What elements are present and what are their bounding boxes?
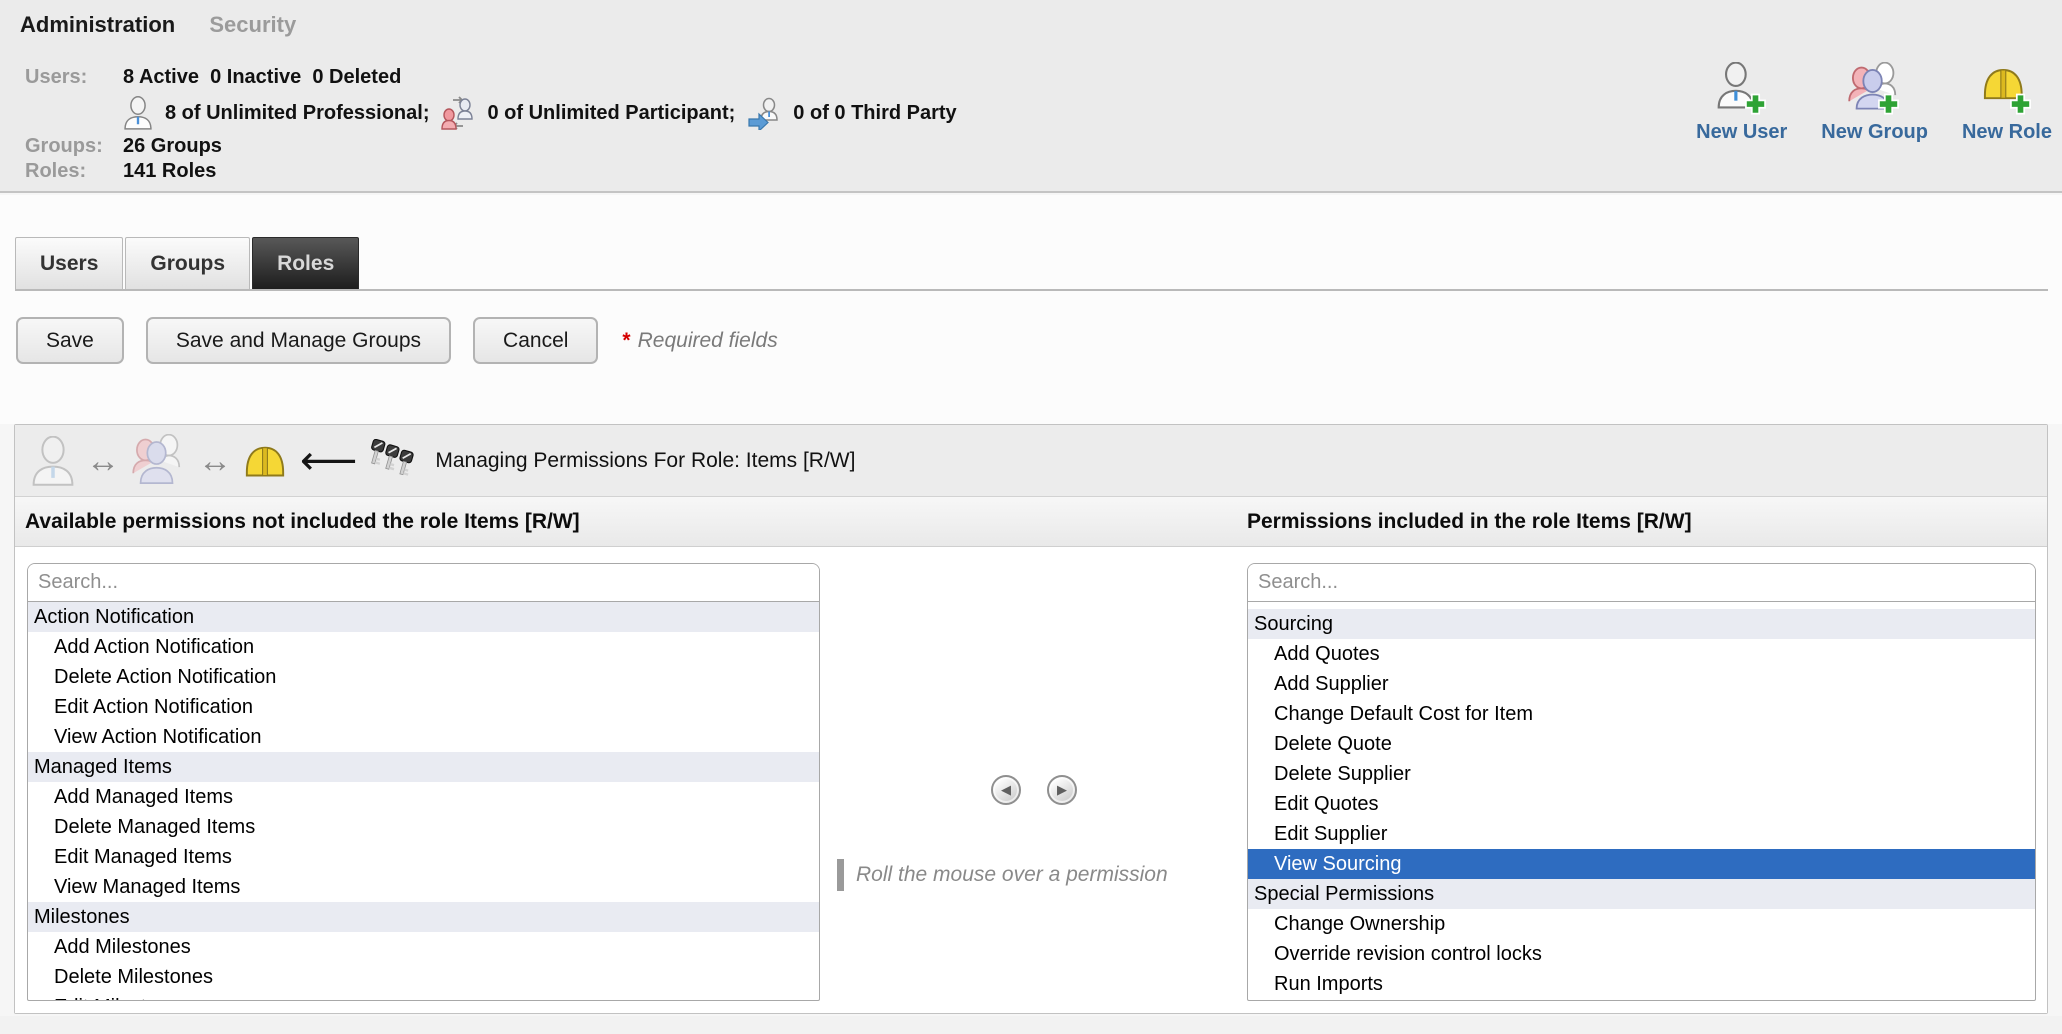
content-background [0,195,2062,424]
license-spacer [25,92,123,134]
permission-row[interactable]: Delete Action Notification [28,662,819,692]
panel-content: Action NotificationAdd Action Notificati… [15,547,2047,1013]
new-group-button[interactable]: New Group [1821,62,1928,144]
move-right-button[interactable]: ▶ [1047,775,1077,805]
user-add-icon [1715,62,1769,116]
right-triangle-icon: ▶ [1057,782,1067,798]
required-fields-note: * Required fields [622,329,777,353]
hardhat-add-icon [1980,62,2034,116]
permission-row[interactable]: Edit Supplier [1248,819,2035,849]
permission-row[interactable]: Delete Quote [1248,729,2035,759]
keys-icon [369,439,419,483]
participant-count: 0 of Unlimited Participant; [487,102,735,125]
hint-text: Roll the mouse over a permission [856,863,1168,887]
swap-arrow-icon: ↔ [198,444,232,478]
list-spacer [1248,602,2035,609]
permission-row[interactable]: Edit Milestones [28,992,819,1000]
permission-row[interactable]: Delete Supplier [1248,759,2035,789]
permission-row[interactable]: Add Supplier [1248,669,2035,699]
permission-row[interactable]: Change Default Cost for Item [1248,699,2035,729]
permissions-panel: ↔ ↔ ⟵ [14,424,2048,1014]
breadcrumb: Administration Security [20,12,296,38]
permission-row[interactable]: Edit Action Notification [28,692,819,722]
hardhat-icon [242,439,288,483]
tab-bar: UsersGroupsRoles [15,237,2048,291]
swap-arrow-icon: ↔ [86,444,120,478]
panel-title: Managing Permissions For Role: Items [R/… [435,449,855,473]
permission-group-row[interactable]: Special Permissions [1248,879,2035,909]
new-role-button[interactable]: New Role [1962,62,2052,144]
groups-count: 26 Groups [123,134,957,159]
new-user-label: New User [1696,121,1787,144]
permission-row[interactable]: Run Imports [1248,969,2035,999]
included-permissions-listbox: SourcingAdd QuotesAdd SupplierChange Def… [1247,563,2036,1001]
permission-row[interactable]: Delete Milestones [28,962,819,992]
new-group-label: New Group [1821,121,1928,144]
permission-row[interactable]: View Sourcing [1248,849,2035,879]
groups-label: Groups: [25,134,123,159]
permission-group-row[interactable]: Milestones [28,902,819,932]
roles-count: 141 Roles [123,159,957,184]
required-asterisk: * [622,329,630,352]
hint-bar-icon [837,859,844,891]
user-icon [30,436,76,486]
save-button[interactable]: Save [16,317,124,364]
tab-groups[interactable]: Groups [125,237,250,289]
third-party-user-icon [747,96,781,130]
included-search-input[interactable] [1248,564,2035,602]
required-text: Required fields [638,329,778,352]
users-counts: 8 Active 0 Inactive 0 Deleted [123,62,957,92]
included-permissions-header: Permissions included in the role Items [… [1247,510,2047,534]
footer-background [0,1016,2062,1034]
permission-row[interactable]: Add Quotes [1248,639,2035,669]
save-and-manage-groups-button[interactable]: Save and Manage Groups [146,317,451,364]
available-permissions-list: Action NotificationAdd Action Notificati… [28,602,819,1000]
included-permissions-list: SourcingAdd QuotesAdd SupplierChange Def… [1248,602,2035,1000]
professional-count: 8 of Unlimited Professional; [165,102,429,125]
permission-group-row[interactable]: Managed Items [28,752,819,782]
license-line: 8 of Unlimited Professional; 0 of Unlimi… [123,92,957,134]
participant-users-icon [441,96,475,130]
permission-row[interactable]: View Action Notification [28,722,819,752]
new-user-button[interactable]: New User [1696,62,1787,144]
cancel-button[interactable]: Cancel [473,317,598,364]
form-toolbar: Save Save and Manage Groups Cancel * Requ… [16,317,778,364]
transfer-controls: ◀ ▶ Roll the mouse over a permission [821,547,1247,1013]
permission-row[interactable]: View Managed Items [28,872,819,902]
new-role-label: New Role [1962,121,2052,144]
group-add-icon [1848,62,1902,116]
permission-row[interactable]: Delete Managed Items [28,812,819,842]
permission-row[interactable]: Add Milestones [28,932,819,962]
roles-label: Roles: [25,159,123,184]
assign-left-arrow-icon: ⟵ [300,441,357,481]
left-triangle-icon: ◀ [1001,782,1011,798]
header-band: Administration Security Users: 8 Active … [0,0,2062,193]
header-actions: New User New Group New Role [1696,62,2052,144]
hover-hint: Roll the mouse over a permission [837,859,1168,891]
permission-group-row[interactable]: Sourcing [1248,609,2035,639]
group-icon [130,434,188,488]
user-icon [123,96,153,130]
tab-roles[interactable]: Roles [252,237,359,289]
permission-group-row[interactable]: Action Notification [28,602,819,632]
move-left-button[interactable]: ◀ [991,775,1021,805]
available-permissions-listbox: Action NotificationAdd Action Notificati… [27,563,820,1001]
permission-row[interactable]: Add Managed Items [28,782,819,812]
summary-stats: Users: 8 Active 0 Inactive 0 Deleted 8 o… [25,62,957,184]
panel-title-bar: ↔ ↔ ⟵ [15,425,2047,497]
third-party-count: 0 of 0 Third Party [793,102,956,125]
available-permissions-header: Available permissions not included the r… [15,510,1247,534]
breadcrumb-administration[interactable]: Administration [20,12,175,37]
permission-row[interactable]: Edit Quotes [1248,789,2035,819]
permission-row[interactable]: Override revision control locks [1248,939,2035,969]
users-label: Users: [25,62,123,92]
available-search-input[interactable] [28,564,819,602]
breadcrumb-security: Security [209,12,296,37]
tab-users[interactable]: Users [15,237,123,289]
permission-row[interactable]: Edit Managed Items [28,842,819,872]
column-headers: Available permissions not included the r… [15,497,2047,547]
permission-row[interactable]: Add Action Notification [28,632,819,662]
permission-row[interactable]: Change Ownership [1248,909,2035,939]
